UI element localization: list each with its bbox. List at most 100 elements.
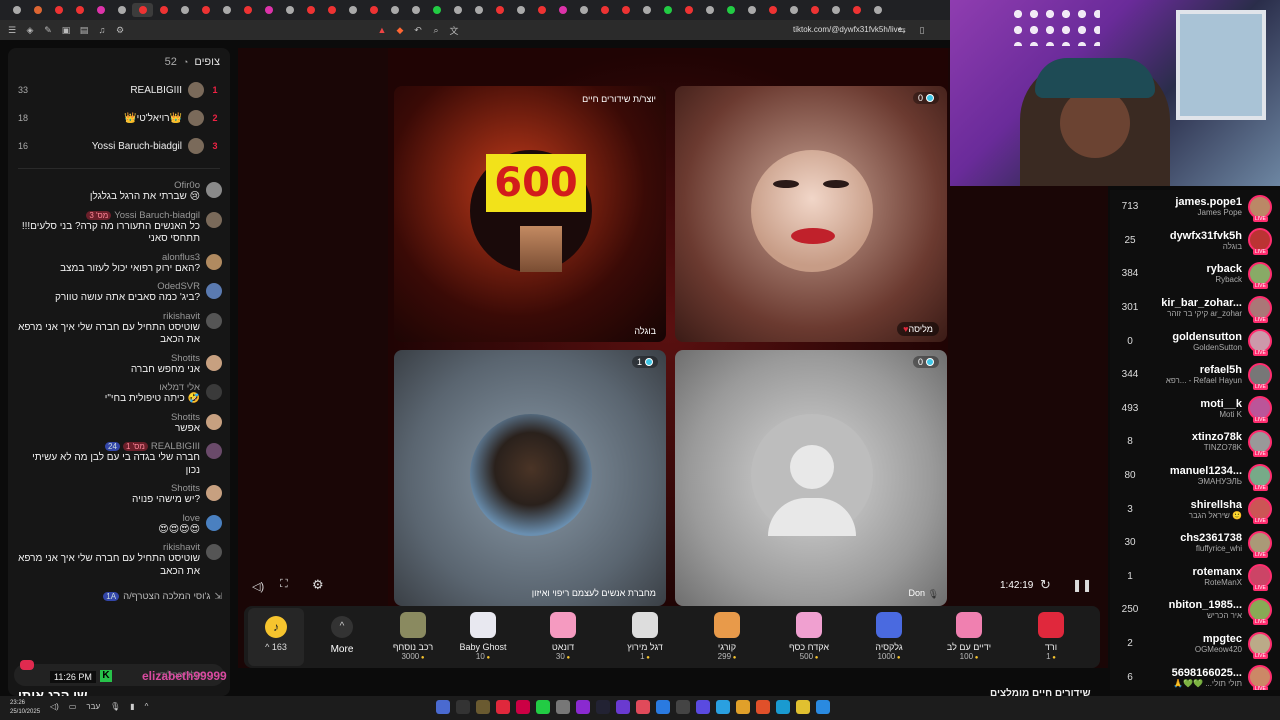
gift-item[interactable]: ורד 1 <box>1012 610 1090 661</box>
music-icon[interactable]: ♫ <box>96 24 108 36</box>
app-icon[interactable] <box>716 700 730 714</box>
search-icon[interactable]: ⌕ <box>430 24 442 36</box>
gift-item[interactable]: אקדח כסף 500 <box>770 610 848 661</box>
app-icon[interactable] <box>676 700 690 714</box>
browser-tab[interactable] <box>657 3 678 17</box>
browser-tab[interactable] <box>321 3 342 17</box>
chat-message[interactable]: Shotits אפשר <box>8 409 230 439</box>
volume-icon[interactable]: ◁) <box>252 580 264 593</box>
app-icon[interactable] <box>596 700 610 714</box>
browser-tab[interactable] <box>300 3 321 17</box>
back-icon[interactable]: ↶ <box>412 24 424 36</box>
address-bar-url[interactable]: tiktok.com/@dywfx31fvk5h/live <box>793 25 902 34</box>
guest-tile-melissa[interactable]: 0 ♥מליסה <box>675 86 947 342</box>
chat-message[interactable]: rikishavit שוטיסט התחיל עם חברה שלי איך א… <box>8 308 230 350</box>
clipboard-icon[interactable]: ▤ <box>78 24 90 36</box>
browser-tab[interactable] <box>510 3 531 17</box>
chat-username[interactable]: Ofir0o <box>174 180 200 191</box>
browser-tab[interactable] <box>279 3 300 17</box>
live-stream-row[interactable]: 0 goldensutton GoldenSutton LIVE <box>1110 324 1280 358</box>
chat-message[interactable]: Shotits יש מישהי פנויה? <box>8 480 230 510</box>
app-icon[interactable] <box>796 700 810 714</box>
chat-username[interactable]: REALBIGIII <box>151 441 200 452</box>
app-icon[interactable] <box>816 700 830 714</box>
browser-tab[interactable] <box>552 3 573 17</box>
app-icon[interactable] <box>756 700 770 714</box>
browser-tab[interactable] <box>867 3 888 17</box>
live-stream-row[interactable]: 344 refael5h רפא... - Refael Hayun LIVE <box>1110 358 1280 392</box>
app-icon[interactable] <box>776 700 790 714</box>
live-stream-row[interactable]: 25 dywfx31fvk5h בוגלה LIVE <box>1110 224 1280 258</box>
avatar[interactable] <box>206 384 222 400</box>
live-stream-row[interactable]: 713 james.pope1 James Pope LIVE <box>1110 190 1280 224</box>
browser-tab[interactable] <box>825 3 846 17</box>
coin-balance[interactable]: ♪ ^ 163 <box>248 608 304 666</box>
browser-tab[interactable] <box>678 3 699 17</box>
guest-tile-don[interactable]: 0 Don 🎙 <box>675 350 947 606</box>
browser-tab[interactable] <box>111 3 132 17</box>
brave-shield-icon[interactable]: ◆ <box>394 24 406 36</box>
chat-username[interactable]: Shotits <box>171 412 200 423</box>
chat-message[interactable]: rikishavit שוטיסט התחיל עם חברה שלי איך א… <box>8 539 230 581</box>
browser-tab[interactable] <box>405 3 426 17</box>
shield-icon[interactable]: ◈ <box>24 24 36 36</box>
browser-tab[interactable] <box>720 3 741 17</box>
live-stream-row[interactable]: 384 ryback Ryback LIVE <box>1110 257 1280 291</box>
live-stream-row[interactable]: 1 rotemanx RoteManX LIVE <box>1110 560 1280 594</box>
app-icon[interactable] <box>496 700 510 714</box>
menu-icon[interactable]: ☰ <box>6 24 18 36</box>
top-viewer-row[interactable]: 33 REALBIGIII 1 <box>8 76 230 104</box>
live-stream-row[interactable]: 301 kir_bar_zohar... קיקי בר זוהר ar_zohar… <box>1110 291 1280 325</box>
chevron-up-icon[interactable]: ^ <box>145 702 149 711</box>
browser-tab[interactable] <box>69 3 90 17</box>
sidebar-icon[interactable]: ▣ <box>60 24 72 36</box>
app-icon[interactable] <box>536 700 550 714</box>
settings-icon[interactable]: ⚙ <box>312 577 324 593</box>
chat-username[interactable]: OdedSVR <box>157 281 200 292</box>
gift-item[interactable]: קורגי 299 <box>688 610 766 661</box>
gift-item[interactable]: Baby Ghost 10 <box>444 610 522 661</box>
chat-message[interactable]: alonflus3 האם ירוק רפואי יכול לעזור במצב? <box>8 249 230 279</box>
avatar[interactable] <box>206 182 222 198</box>
chat-username[interactable]: Shotits <box>171 353 200 364</box>
chat-username[interactable]: rikishavit <box>163 311 200 322</box>
app-icon[interactable] <box>656 700 670 714</box>
live-stream-row[interactable]: 30 chs2361738 fluffyrice_whi LIVE <box>1110 526 1280 560</box>
viewers-header[interactable]: 52 ◔ צופים <box>8 48 230 76</box>
app-icon[interactable] <box>456 700 470 714</box>
chat-username[interactable]: Shotits <box>171 483 200 494</box>
browser-tab[interactable] <box>741 3 762 17</box>
browser-tab[interactable] <box>468 3 489 17</box>
pen-icon[interactable]: ✎ <box>42 24 54 36</box>
chat-username[interactable]: love <box>183 513 200 524</box>
live-stream-row[interactable]: 80 manuel1234... ЭМАНУЭЛЬ LIVE <box>1110 459 1280 493</box>
live-stream-row[interactable]: 6 5698166025... 🙏💚💚 ...תולי תולי LIVE <box>1110 660 1280 690</box>
taskbar-clock[interactable]: 23:26 25/10/2025 <box>10 699 40 717</box>
translate-icon[interactable]: 文 <box>448 24 460 36</box>
browser-tab[interactable] <box>636 3 657 17</box>
app-icon[interactable] <box>576 700 590 714</box>
browser-tab[interactable] <box>447 3 468 17</box>
avatar[interactable] <box>206 283 222 299</box>
live-stream-row[interactable]: 3 shirellsha שיראל הגבר 🙂 LIVE <box>1110 492 1280 526</box>
browser-tab[interactable] <box>153 3 174 17</box>
live-stream-row[interactable]: 2 mpgtec OGMeow420 LIVE <box>1110 627 1280 661</box>
app-icon[interactable] <box>476 700 490 714</box>
app-icon[interactable] <box>696 700 710 714</box>
avatar[interactable] <box>206 413 222 430</box>
chat-username[interactable]: Yossi Baruch-biadgil <box>114 210 200 221</box>
gift-item[interactable]: רכב נוסחף 3000 <box>374 610 452 661</box>
browser-tab[interactable] <box>132 3 153 17</box>
app-icon[interactable] <box>516 700 530 714</box>
chat-message[interactable]: Shotits אני מחפש חברה <box>8 350 230 380</box>
fullscreen-icon[interactable]: ⛶ <box>280 578 288 591</box>
browser-tab[interactable] <box>384 3 405 17</box>
chat-username[interactable]: rikishavit <box>163 542 200 553</box>
chat-message[interactable]: OdedSVR ביג' כמה סאבים אתה עושה טוורק? <box>8 278 230 308</box>
chat-message[interactable]: Ofir0o שברתי את הרגל בגלגלן 😢 <box>8 177 230 207</box>
app-icon[interactable] <box>736 700 750 714</box>
browser-tab[interactable] <box>783 3 804 17</box>
browser-tab[interactable] <box>699 3 720 17</box>
volume-icon[interactable]: ◁) <box>50 702 59 711</box>
chat-username[interactable]: אלי דמלאו <box>159 382 200 393</box>
